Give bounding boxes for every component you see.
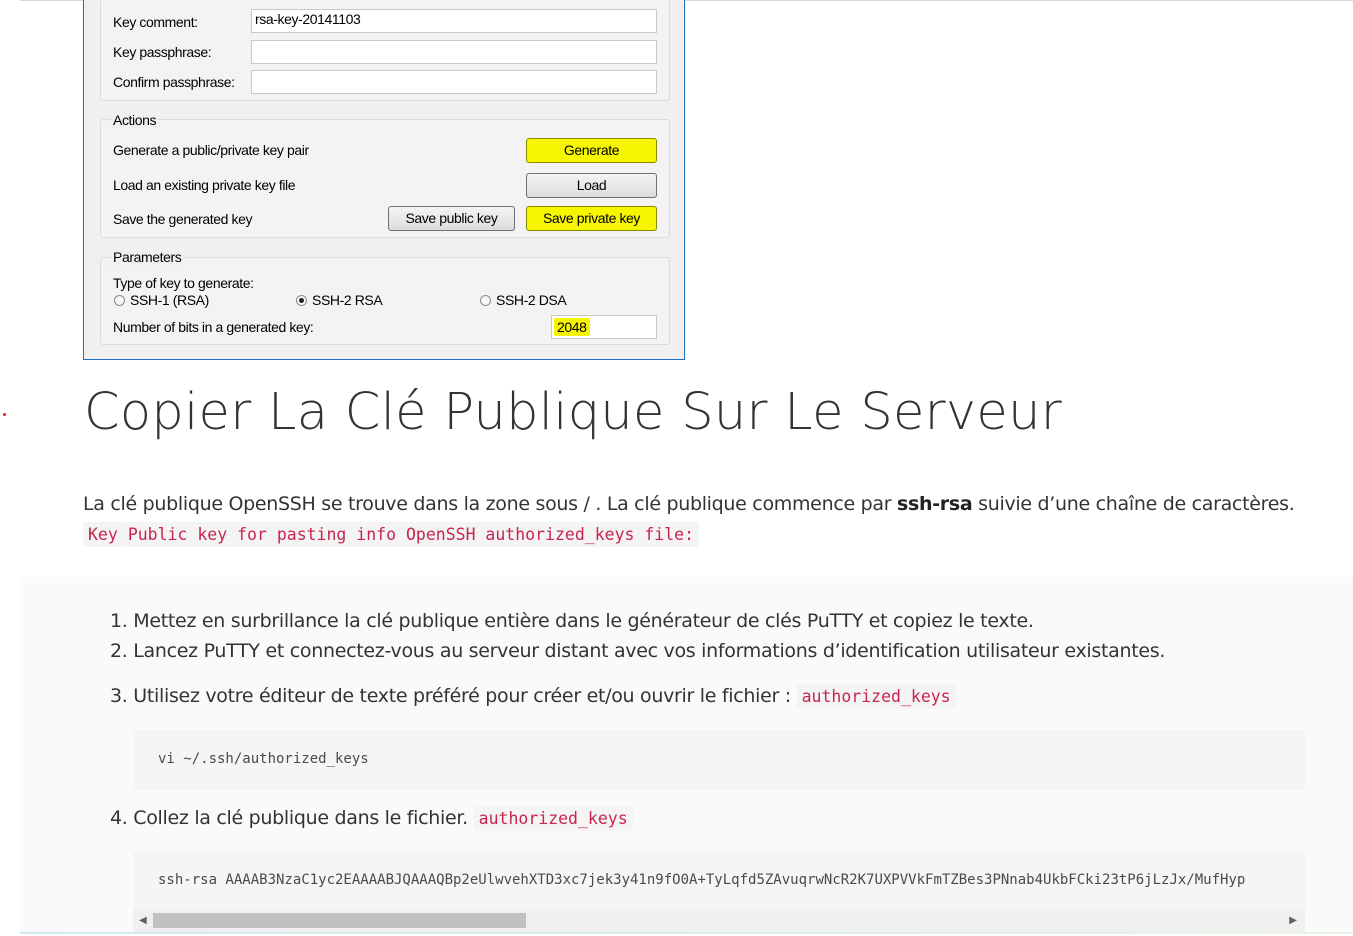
list-item: 2. Lancez PuTTY et connectez-vous au ser…: [110, 640, 1166, 662]
list-item: 3. Utilisez votre éditeur de texte préfé…: [110, 684, 956, 709]
scroll-right-icon[interactable]: ▶: [1289, 913, 1297, 928]
load-label: Load an existing private key file: [113, 177, 296, 193]
code-block-vi[interactable]: vi ~/.ssh/authorized_keys: [133, 730, 1305, 790]
parameters-legend: Parameters: [111, 249, 184, 265]
radio-circle: [114, 294, 125, 306]
step3-text: 3. Utilisez votre éditeur de texte préfé…: [110, 685, 797, 707]
actions-legend: Actions: [111, 112, 159, 128]
generate-button[interactable]: Generate: [526, 138, 657, 163]
key-passphrase-field[interactable]: [251, 40, 657, 64]
radio-circle-selected: [296, 294, 307, 306]
intro-text-start: La clé publique OpenSSH se trouve dans l…: [83, 493, 897, 515]
radio-ssh2-rsa[interactable]: SSH-2 RSA: [296, 292, 383, 308]
scroll-left-icon[interactable]: ◀: [139, 913, 147, 928]
load-button[interactable]: Load: [526, 173, 657, 198]
radio-ssh1-label: SSH-1 (RSA): [130, 292, 209, 308]
scrollbar-thumb[interactable]: [153, 913, 526, 928]
confirm-passphrase-field[interactable]: [251, 70, 657, 94]
margin-marker: [3, 413, 6, 416]
radio-ssh2dsa-label: SSH-2 DSA: [496, 292, 567, 308]
intro-text-end: suivie d’une chaîne de caractères.: [972, 493, 1295, 515]
list-item: 1. Mettez en surbrillance la clé publiqu…: [110, 610, 1034, 632]
key-passphrase-label: Key passphrase:: [113, 44, 212, 60]
code-block-ssh-key[interactable]: ssh-rsa AAAAB3NzaC1yc2EAAAABJQAAAQBp2eUl…: [133, 851, 1305, 909]
list-item: 4. Collez la clé publique dans le fichie…: [110, 806, 633, 831]
intro-bold: ssh-rsa: [896, 493, 973, 515]
confirm-passphrase-label: Confirm passphrase:: [113, 74, 235, 90]
key-type-label: Type of key to generate:: [113, 275, 254, 291]
inline-code-phrase: Public key for pasting info OpenSSH auth…: [122, 522, 700, 547]
bits-label: Number of bits in a generated key:: [113, 319, 314, 335]
step4-text: 4. Collez la clé publique dans le fichie…: [110, 807, 474, 829]
section-title: Copier La Clé Publique Sur Le Serveur: [84, 383, 1062, 442]
step4-code: authorized_keys: [473, 806, 633, 831]
bits-field[interactable]: 2048: [551, 315, 657, 339]
key-comment-field[interactable]: rsa-key-20141103: [251, 9, 657, 33]
bottom-divider: [20, 932, 1353, 934]
radio-ssh2rsa-label: SSH-2 RSA: [312, 292, 383, 308]
inline-code-key: Key: [83, 522, 123, 547]
horizontal-scrollbar[interactable]: ◀ ▶: [133, 909, 1305, 932]
key-comment-label: Key comment:: [113, 14, 198, 30]
bits-value: 2048: [554, 318, 590, 336]
puttygen-screenshot: Key comment: rsa-key-20141103 Key passph…: [83, 0, 685, 360]
save-private-key-button[interactable]: Save private key: [526, 206, 657, 231]
generate-label: Generate a public/private key pair: [113, 142, 309, 158]
radio-circle: [480, 294, 491, 306]
step3-code: authorized_keys: [796, 684, 956, 709]
radio-ssh2-dsa[interactable]: SSH-2 DSA: [480, 292, 567, 308]
save-label: Save the generated key: [113, 211, 253, 227]
radio-ssh1-rsa[interactable]: SSH-1 (RSA): [114, 292, 209, 308]
save-public-key-button[interactable]: Save public key: [388, 206, 515, 231]
inline-code-line: Key Public key for pasting info OpenSSH a…: [83, 522, 700, 547]
intro-paragraph: La clé publique OpenSSH se trouve dans l…: [83, 493, 1323, 515]
